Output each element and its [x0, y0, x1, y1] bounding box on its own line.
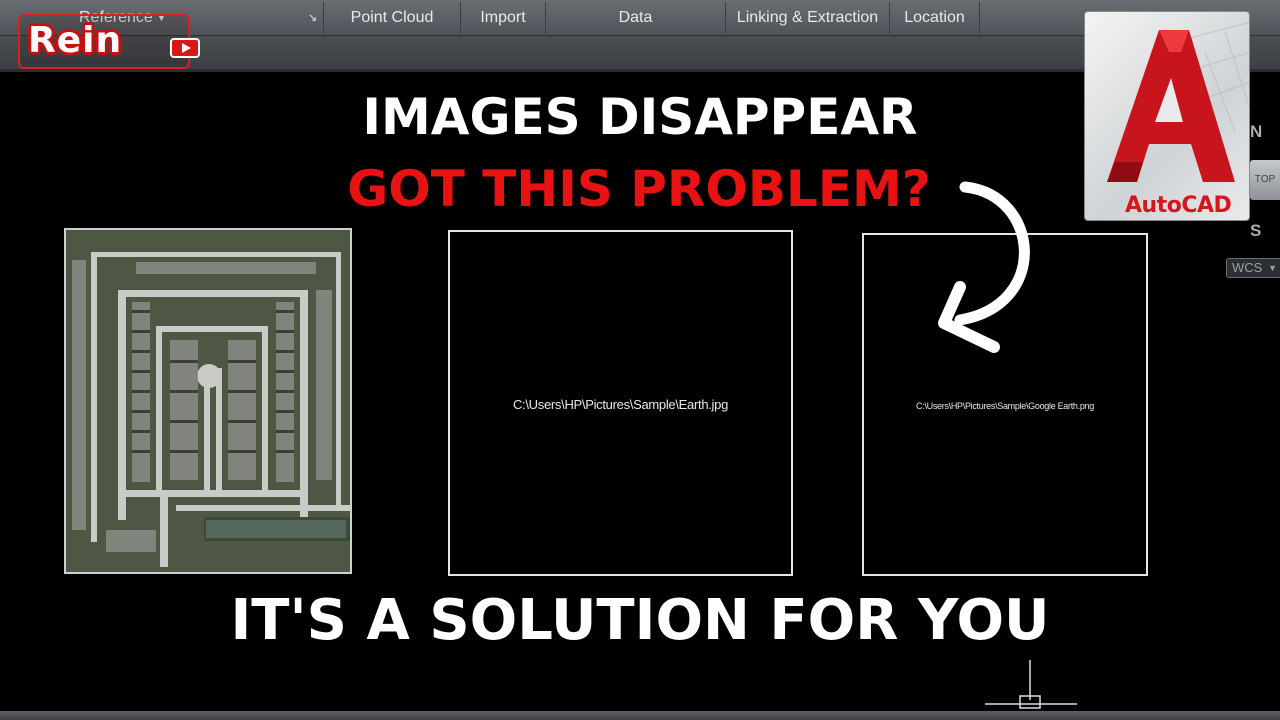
wcs-dropdown[interactable]: WCS ▼: [1226, 258, 1280, 278]
image-path-label: C:\Users\HP\Pictures\Sample\Earth.jpg: [512, 397, 729, 412]
panel-location-label: Location: [904, 9, 965, 26]
headline-solution: IT'S A SOLUTION FOR YOU: [230, 588, 1050, 653]
aerial-image[interactable]: [64, 228, 352, 574]
panel-location[interactable]: Location: [890, 2, 980, 34]
curved-arrow-icon: [938, 181, 1030, 353]
panel-point-cloud[interactable]: Point Cloud: [324, 2, 461, 34]
chevron-down-icon: ▼: [1268, 263, 1277, 273]
compass-south[interactable]: S: [1250, 221, 1261, 241]
ucs-crosshair-icon: [985, 660, 1077, 709]
wcs-label: WCS: [1232, 260, 1263, 275]
autocad-logo-text: AutoCAD: [1125, 193, 1232, 218]
status-bar-edge: [0, 711, 1280, 720]
viewcube-top-face[interactable]: TOP: [1250, 160, 1280, 200]
panel-import[interactable]: Import: [461, 2, 546, 34]
image-frame-earth[interactable]: C:\Users\HP\Pictures\Sample\Earth.jpg: [448, 230, 793, 576]
compass-north[interactable]: N: [1250, 122, 1262, 142]
image-path-label: C:\Users\HP\Pictures\Sample\Google Earth…: [916, 401, 1094, 411]
panel-data-label: Data: [618, 9, 653, 26]
panel-linking-extraction[interactable]: Linking & Extraction: [726, 2, 890, 34]
panel-linking-extraction-label: Linking & Extraction: [736, 9, 879, 26]
autocad-a-icon: [1107, 22, 1249, 182]
panel-launcher-icon[interactable]: ↘: [308, 2, 317, 34]
panel-data[interactable]: Data: [546, 2, 726, 34]
play-icon: [170, 38, 200, 58]
channel-logo: Rein: [18, 14, 200, 69]
panel-import-label: Import: [480, 9, 526, 26]
aerial-image-drawing: [66, 230, 350, 572]
channel-logo-text: Rein: [28, 20, 123, 61]
panel-point-cloud-label: Point Cloud: [350, 9, 434, 26]
autocad-logo: AutoCAD: [1084, 11, 1250, 221]
